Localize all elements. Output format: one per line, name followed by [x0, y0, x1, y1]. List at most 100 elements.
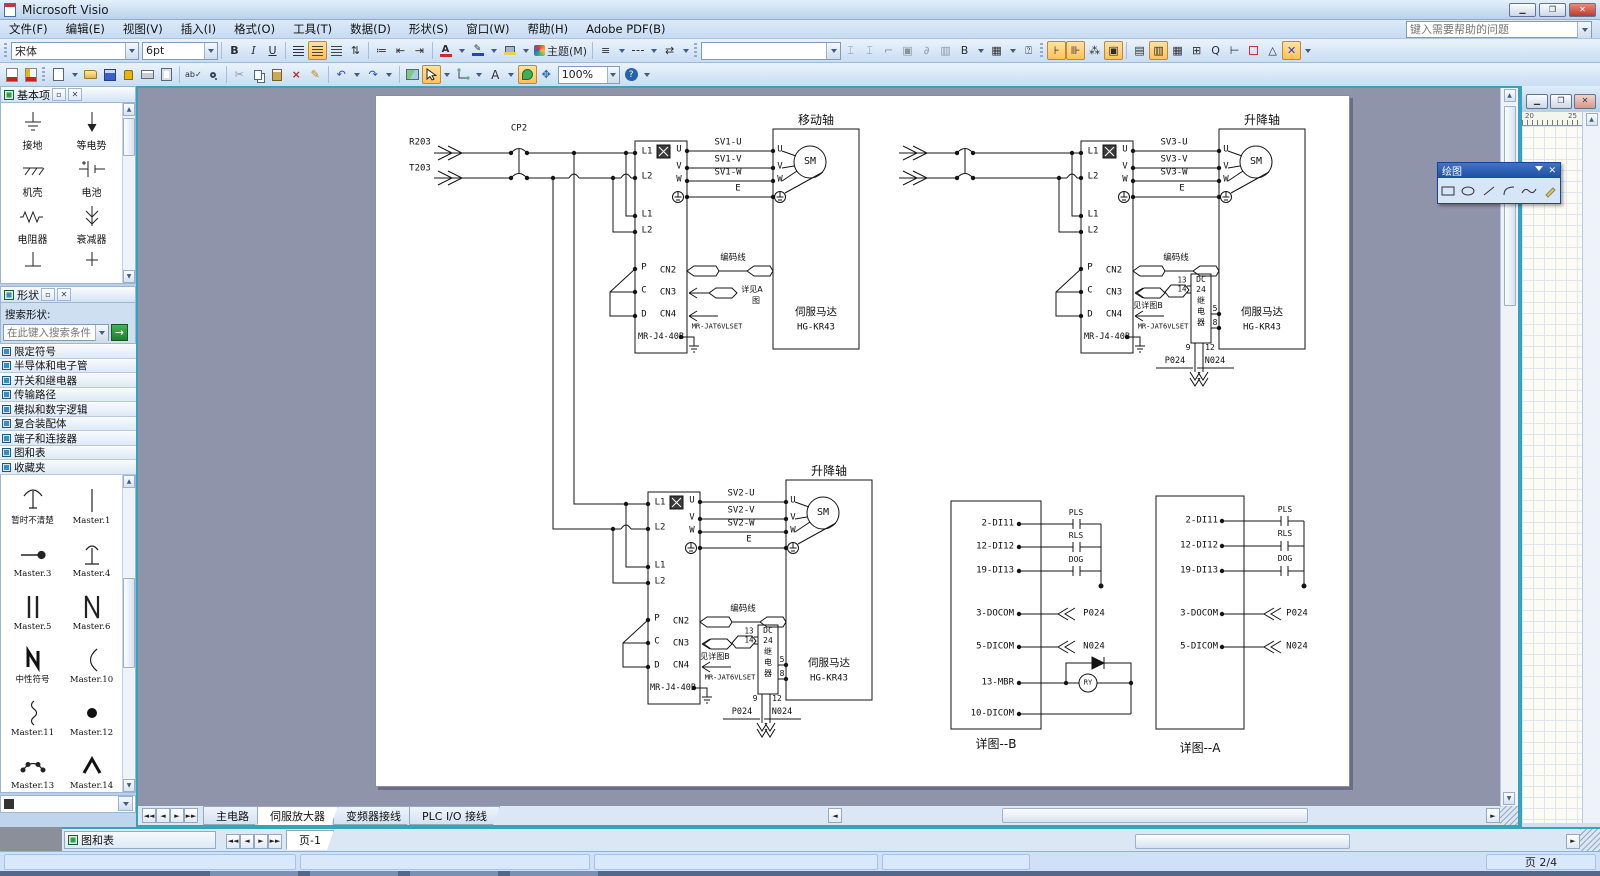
tab-plc-io-wiring[interactable]: PLC I/O 接线	[409, 806, 500, 825]
panel-float-icon[interactable]: ▫	[41, 288, 55, 301]
search-button[interactable]	[204, 65, 223, 84]
align-left-button[interactable]	[289, 41, 308, 60]
snap-to-alignment-box-button[interactable]: ⊞	[1187, 41, 1206, 60]
snap-to-guides-button[interactable]: ⊢	[1225, 41, 1244, 60]
connector-reroute-button[interactable]: ⌐	[879, 41, 898, 60]
style-input[interactable]	[705, 44, 826, 57]
chevron-down-icon[interactable]	[615, 42, 628, 59]
toolbar-options-icon[interactable]	[641, 66, 654, 83]
shape-search-box[interactable]	[3, 324, 109, 341]
chevron-down-icon[interactable]	[519, 42, 532, 59]
spelling-button[interactable]: ab✓	[183, 65, 204, 84]
restore-button[interactable]: ❐	[1539, 3, 1566, 17]
master-5[interactable]: Master.5	[3, 585, 62, 632]
panel-basic-scrollbar[interactable]: ▲ ▼	[122, 103, 135, 283]
redo-button[interactable]: ↷	[364, 65, 383, 84]
font-color-button[interactable]: A	[436, 41, 455, 60]
drawing-page[interactable]: 移动轴 R203 T203 CP2 L1 L2 L1 L2 P C D U V …	[375, 95, 1350, 787]
theme-button[interactable]: 主题(M)	[532, 41, 589, 60]
connect-shapes-alt-button[interactable]: ⌶	[860, 41, 879, 60]
vertical-scrollbar[interactable]: ▲	[1582, 112, 1600, 823]
connector-tool-button[interactable]	[454, 65, 473, 84]
scroll-up-icon[interactable]: ▲	[123, 475, 135, 488]
snap-to-intersections-button[interactable]: Q	[1206, 41, 1225, 60]
scrollbar-thumb[interactable]	[123, 578, 135, 668]
first-page-icon[interactable]: ◄◄	[226, 834, 240, 849]
snap-to-vertices-button[interactable]: △	[1263, 41, 1282, 60]
print-preview-button[interactable]	[157, 65, 176, 84]
panel-close-icon[interactable]: ✕	[57, 288, 71, 301]
panel-shapes-title[interactable]: 形状 ▫✕	[0, 286, 136, 303]
bold-button[interactable]: B	[225, 41, 244, 60]
menu-file[interactable]: 文件(F)	[0, 19, 57, 39]
stencil-item-resistor[interactable]: 电阻器	[3, 199, 62, 246]
smart-tags-button[interactable]: ⁂	[1085, 41, 1104, 60]
help-button[interactable]: ?	[622, 65, 641, 84]
horizontal-scrollbar-thumb[interactable]	[1002, 808, 1308, 823]
category-switches-relays[interactable]: 开关和继电器	[0, 373, 136, 388]
reports-button[interactable]: ▦	[987, 41, 1006, 60]
chevron-down-icon[interactable]	[974, 42, 987, 59]
tab-page-1[interactable]: 页-1	[286, 830, 334, 850]
category-terminals-connectors[interactable]: 端子和连接器	[0, 431, 136, 446]
restore-button[interactable]: ❐	[1550, 94, 1572, 109]
master-11[interactable]: Master.11	[3, 691, 62, 738]
shape-screen-tips-button[interactable]: ⍰	[1019, 41, 1038, 60]
menu-edit[interactable]: 编辑(E)	[57, 19, 114, 39]
increase-indent-button[interactable]: ⇥	[410, 41, 429, 60]
delete-button[interactable]: ×	[287, 65, 306, 84]
font-select[interactable]	[11, 42, 139, 60]
panel-close-icon[interactable]: ✕	[68, 88, 82, 101]
page-indicator[interactable]: 页 2/4	[1486, 854, 1596, 870]
snap-to-ruler-button[interactable]: ▥	[1149, 41, 1168, 60]
master-13[interactable]: Master.13	[3, 744, 62, 791]
scroll-right-icon[interactable]: ►	[1486, 808, 1500, 823]
tab-servo-amplifier[interactable]: 伺服放大器	[257, 806, 338, 825]
layout-shapes-button[interactable]: ▣	[898, 41, 917, 60]
scrollbar-thumb[interactable]	[123, 118, 135, 156]
panel-basic-title[interactable]: 基本项 ▫✕	[0, 86, 136, 103]
master-10[interactable]: Master.10	[62, 638, 121, 685]
menu-tools[interactable]: 工具(T)	[284, 19, 341, 39]
freeform-tool-button[interactable]	[1521, 182, 1538, 199]
chevron-down-icon[interactable]	[383, 66, 396, 83]
master-neutral-symbol[interactable]: 中性符号	[3, 638, 62, 685]
font-size-select[interactable]	[142, 42, 218, 60]
master-unclear[interactable]: 暂时不清楚	[3, 479, 62, 526]
pencil-tool-button[interactable]	[1541, 182, 1558, 199]
chart-table-strip-title[interactable]: 图和表	[64, 831, 216, 849]
scroll-down-icon[interactable]: ▼	[123, 779, 135, 792]
menu-adobe-pdf[interactable]: Adobe PDF(B)	[577, 20, 674, 38]
copy-button[interactable]	[249, 65, 268, 84]
toolbar-grip[interactable]	[4, 43, 7, 59]
resize-grip[interactable]	[1500, 806, 1518, 825]
paste-button[interactable]	[268, 65, 287, 84]
snap-to-grid-button[interactable]: ▦	[1168, 41, 1187, 60]
underline-button[interactable]: U	[263, 41, 282, 60]
glue-to-geometry-button[interactable]: ▣	[1104, 41, 1123, 60]
prev-page-icon[interactable]: ◄	[240, 834, 254, 849]
pasteboard[interactable]: 移动轴 R203 T203 CP2 L1 L2 L1 L2 P C D U V …	[138, 88, 1501, 806]
master-1[interactable]: Master.1	[62, 479, 121, 526]
help-question-box[interactable]	[1406, 21, 1592, 38]
new-button[interactable]	[49, 65, 68, 84]
drawing-toolbar-titlebar[interactable]: 绘图 ✕	[1438, 163, 1560, 178]
master-6[interactable]: Master.6	[62, 585, 121, 632]
tab-inverter-wiring[interactable]: 变频器接线	[333, 806, 414, 825]
menu-insert[interactable]: 插入(I)	[172, 19, 225, 39]
format-painter-button[interactable]: ✎	[306, 65, 325, 84]
connect-shapes-button[interactable]: ⌶	[841, 41, 860, 60]
line-ends-button[interactable]: ⇄	[660, 41, 679, 60]
drawing-tools-button[interactable]	[518, 65, 537, 84]
prev-page-icon[interactable]: ◄	[156, 808, 170, 823]
chevron-down-icon[interactable]	[1006, 42, 1019, 59]
insert-picture-button[interactable]	[403, 65, 422, 84]
master-12[interactable]: Master.12	[62, 691, 121, 738]
close-button[interactable]: ✕	[1569, 3, 1596, 17]
stencil-item-equipotential[interactable]: 等电势	[62, 105, 121, 152]
print-button[interactable]	[138, 65, 157, 84]
category-charts-tables[interactable]: 图和表	[0, 446, 136, 461]
shape-search-input[interactable]	[7, 327, 95, 339]
chevron-down-icon[interactable]	[505, 66, 518, 83]
chevron-down-icon[interactable]	[487, 42, 500, 59]
